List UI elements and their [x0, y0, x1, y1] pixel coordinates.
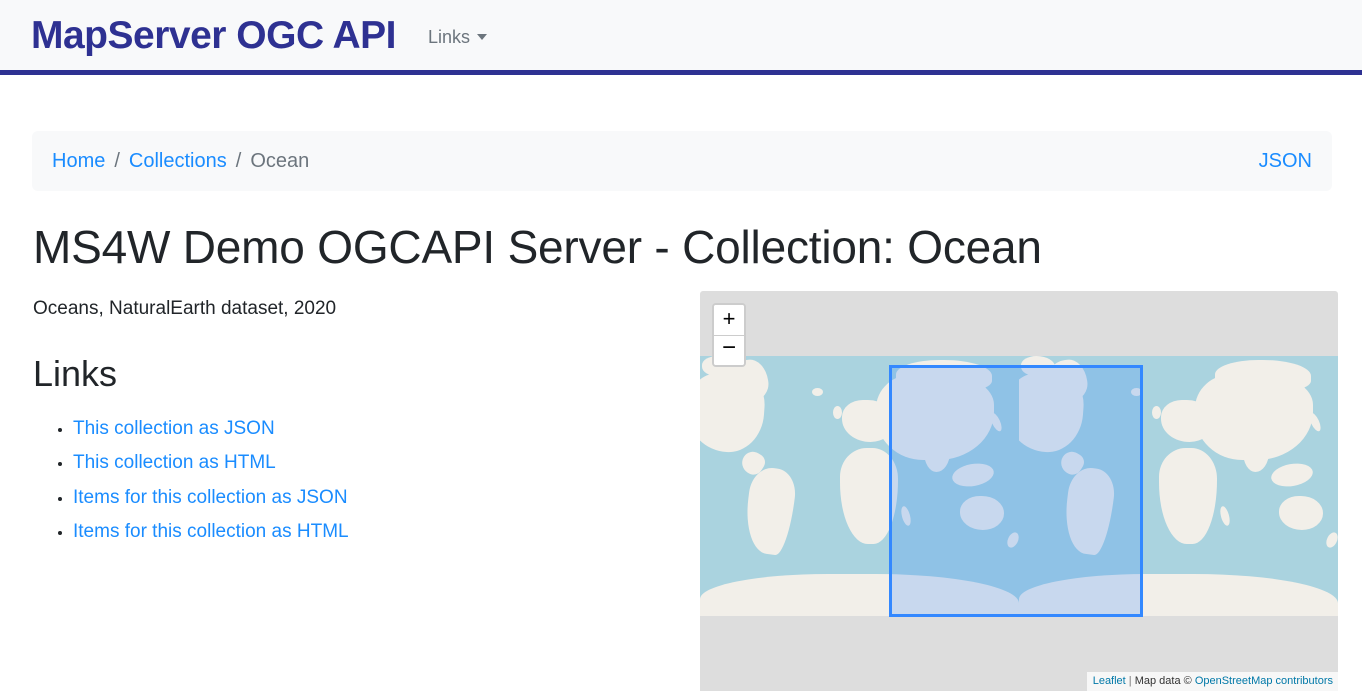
list-item: Items for this collection as HTML	[73, 515, 349, 549]
chevron-down-icon	[477, 34, 488, 40]
list-item: This collection as JSON	[73, 412, 349, 446]
link-collection-json[interactable]: This collection as JSON	[73, 418, 275, 439]
landmass-madagascar	[1218, 505, 1232, 527]
map-attribution: Leaflet | Map data © OpenStreetMap contr…	[1086, 672, 1338, 691]
collection-description: Oceans, NaturalEarth dataset, 2020	[33, 298, 337, 319]
attribution-separator: |	[1128, 675, 1132, 687]
landmass-uk	[1152, 406, 1161, 419]
link-items-json[interactable]: Items for this collection as JSON	[73, 487, 348, 508]
breadcrumb: Home / Collections / Ocean JSON	[32, 131, 1332, 191]
link-items-html[interactable]: Items for this collection as HTML	[73, 521, 349, 542]
link-collection-html[interactable]: This collection as HTML	[73, 452, 276, 473]
list-item: Items for this collection as JSON	[73, 481, 349, 515]
nav-dropdown-label: Links	[428, 26, 471, 47]
breadcrumb-item-home[interactable]: Home	[52, 150, 105, 173]
landmass-iceland	[812, 388, 823, 396]
map-zoom-control: + −	[712, 303, 746, 367]
landmass-india	[1243, 442, 1269, 472]
links-section-heading: Links	[33, 353, 118, 394]
links-list: This collection as JSON This collection …	[33, 412, 349, 550]
landmass-new-zealand	[1324, 530, 1338, 550]
attribution-prefix: Map data ©	[1134, 675, 1192, 687]
bbox-extent-rectangle	[889, 365, 1143, 617]
zoom-out-button[interactable]: −	[714, 335, 744, 365]
navbar-brand[interactable]: MapServer OGC API	[31, 16, 397, 55]
landmass-africa	[1159, 448, 1217, 544]
landmass-north-america	[700, 371, 767, 455]
breadcrumb-separator: /	[235, 149, 242, 172]
landmass-uk	[833, 406, 842, 419]
page-title: MS4W Demo OGCAPI Server - Collection: Oc…	[33, 221, 1042, 273]
landmass-south-america	[741, 465, 799, 557]
breadcrumb-json-link[interactable]: JSON	[1259, 150, 1312, 173]
landmass-southeast-asia	[1269, 460, 1315, 490]
openstreetmap-link[interactable]: OpenStreetMap contributors	[1195, 675, 1333, 687]
landmass-australia	[1279, 496, 1323, 530]
zoom-in-button[interactable]: +	[714, 305, 744, 335]
navbar: MapServer OGC API Links	[0, 0, 1362, 75]
list-item: This collection as HTML	[73, 446, 349, 480]
nav-dropdown-links[interactable]: Links	[428, 23, 488, 48]
breadcrumb-item-collections[interactable]: Collections	[129, 150, 227, 173]
leaflet-map[interactable]: + − Leaflet | Map data © OpenStreetMap c…	[700, 291, 1338, 691]
breadcrumb-item-ocean: Ocean	[250, 149, 310, 172]
breadcrumb-separator: /	[114, 149, 120, 172]
leaflet-link[interactable]: Leaflet	[1093, 675, 1126, 687]
